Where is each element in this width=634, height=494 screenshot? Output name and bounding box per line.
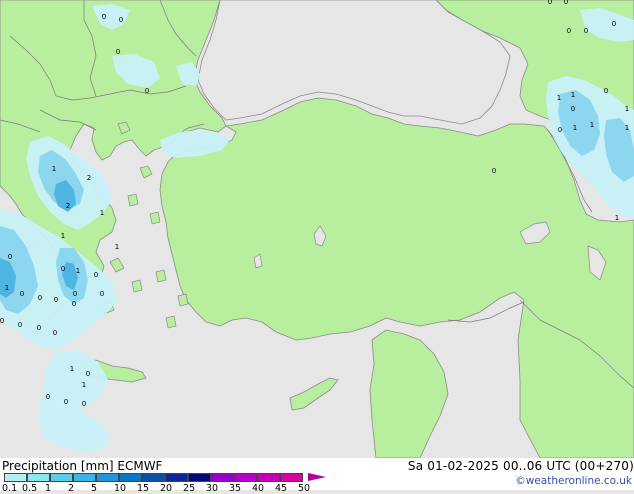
- precip-value-label: 1: [115, 243, 119, 251]
- legend-swatch: [188, 473, 211, 482]
- legend-swatch: [257, 473, 280, 482]
- precip-value-label: 1: [76, 267, 80, 275]
- precip-value-label: 0: [64, 398, 68, 406]
- legend-tick-label: 1: [45, 483, 52, 494]
- precip-value-label: 0: [54, 296, 58, 304]
- legend-tick-label: 50: [298, 483, 311, 494]
- precip-value-label: 0: [584, 27, 588, 35]
- legend-swatch: [27, 473, 50, 482]
- legend-swatch: [211, 473, 234, 482]
- precip-value-label: 1: [625, 105, 629, 113]
- precip-value-label: 1: [615, 214, 619, 222]
- precip-value-label: 0: [492, 167, 496, 175]
- legend-swatch: [4, 473, 27, 482]
- legend-swatch: [234, 473, 257, 482]
- precip-value-label: 0: [73, 290, 77, 298]
- legend-tick-label: 0.1: [2, 483, 18, 494]
- legend-swatch: [73, 473, 96, 482]
- precip-value-label: 0: [82, 400, 86, 408]
- precip-value-label: 0: [61, 265, 65, 273]
- precip-value-label: 0: [38, 294, 42, 302]
- precip-value-label: 0: [8, 253, 12, 261]
- legend-swatch: [165, 473, 188, 482]
- legend-swatch: [96, 473, 119, 482]
- legend-tick-label: 35: [229, 483, 242, 494]
- precip-value-label: 0: [94, 271, 98, 279]
- legend-swatch: [50, 473, 73, 482]
- legend-tick-label: 10: [114, 483, 127, 494]
- legend-tick-label: 15: [137, 483, 150, 494]
- precip-value-label: 2: [66, 202, 70, 210]
- precip-value-label: 1: [571, 91, 575, 99]
- legend-tick-label: 30: [206, 483, 219, 494]
- precip-value-label: 2: [87, 174, 91, 182]
- legend-swatch: [142, 473, 165, 482]
- precip-value-label: 0: [100, 290, 104, 298]
- precip-value-label: 0: [571, 105, 575, 113]
- legend-tick-label: 20: [160, 483, 173, 494]
- precip-value-label: 1: [625, 124, 629, 132]
- precip-value-label: 0: [567, 27, 571, 35]
- precipitation-map: 0 0 0 0 0 0 0 0 0 0 1 1 0 1 0 1 1 1 0 1 …: [0, 0, 634, 458]
- precip-value-label: 1: [590, 121, 594, 129]
- precip-value-label: 1: [61, 232, 65, 240]
- precip-value-label: 1: [82, 381, 86, 389]
- legend-arrow: [308, 473, 326, 481]
- precip-value-label: 0: [46, 393, 50, 401]
- precip-value-label: 0: [558, 126, 562, 134]
- legend-swatch: [280, 473, 303, 482]
- precip-value-label: 0: [116, 48, 120, 56]
- precip-value-label: 0: [604, 87, 608, 95]
- precip-value-label: 0: [564, 0, 568, 6]
- precip-value-label: 0: [72, 300, 76, 308]
- precip-value-label: 0: [37, 324, 41, 332]
- precip-value-label: 0: [86, 370, 90, 378]
- precip-value-label: 1: [5, 284, 9, 292]
- credit-link[interactable]: ©weatheronline.co.uk: [515, 475, 632, 487]
- precip-value-label: 0: [20, 290, 24, 298]
- legend-tick-label: 25: [183, 483, 196, 494]
- legend-swatch: [119, 473, 142, 482]
- precip-value-label: 0: [0, 317, 4, 325]
- precip-value-label: 0: [18, 321, 22, 329]
- legend-tick-label: 40: [252, 483, 265, 494]
- precip-value-label: 1: [70, 365, 74, 373]
- valid-time: Sa 01-02-2025 00..06 UTC (00+270): [407, 459, 634, 473]
- precip-value-label: 0: [145, 87, 149, 95]
- precip-value-label: 0: [102, 13, 106, 21]
- precip-value-label: 0: [119, 16, 123, 24]
- precip-value-label: 1: [52, 165, 56, 173]
- precip-value-label: 0: [53, 329, 57, 337]
- precip-value-label: 1: [573, 124, 577, 132]
- precip-value-label: 1: [100, 209, 104, 217]
- legend-tick-label: 45: [275, 483, 288, 494]
- legend-tick-label: 5: [91, 483, 98, 494]
- legend-tick-label: 2: [68, 483, 75, 494]
- precip-value-label: 0: [548, 0, 552, 6]
- precip-value-label: 0: [612, 20, 616, 28]
- map-footer: Precipitation [mm] ECMWF Sa 01-02-2025 0…: [0, 458, 634, 494]
- legend-tick-label: 0.5: [22, 483, 38, 494]
- map-title: Precipitation [mm] ECMWF: [2, 459, 163, 473]
- precip-value-label: 1: [557, 94, 561, 102]
